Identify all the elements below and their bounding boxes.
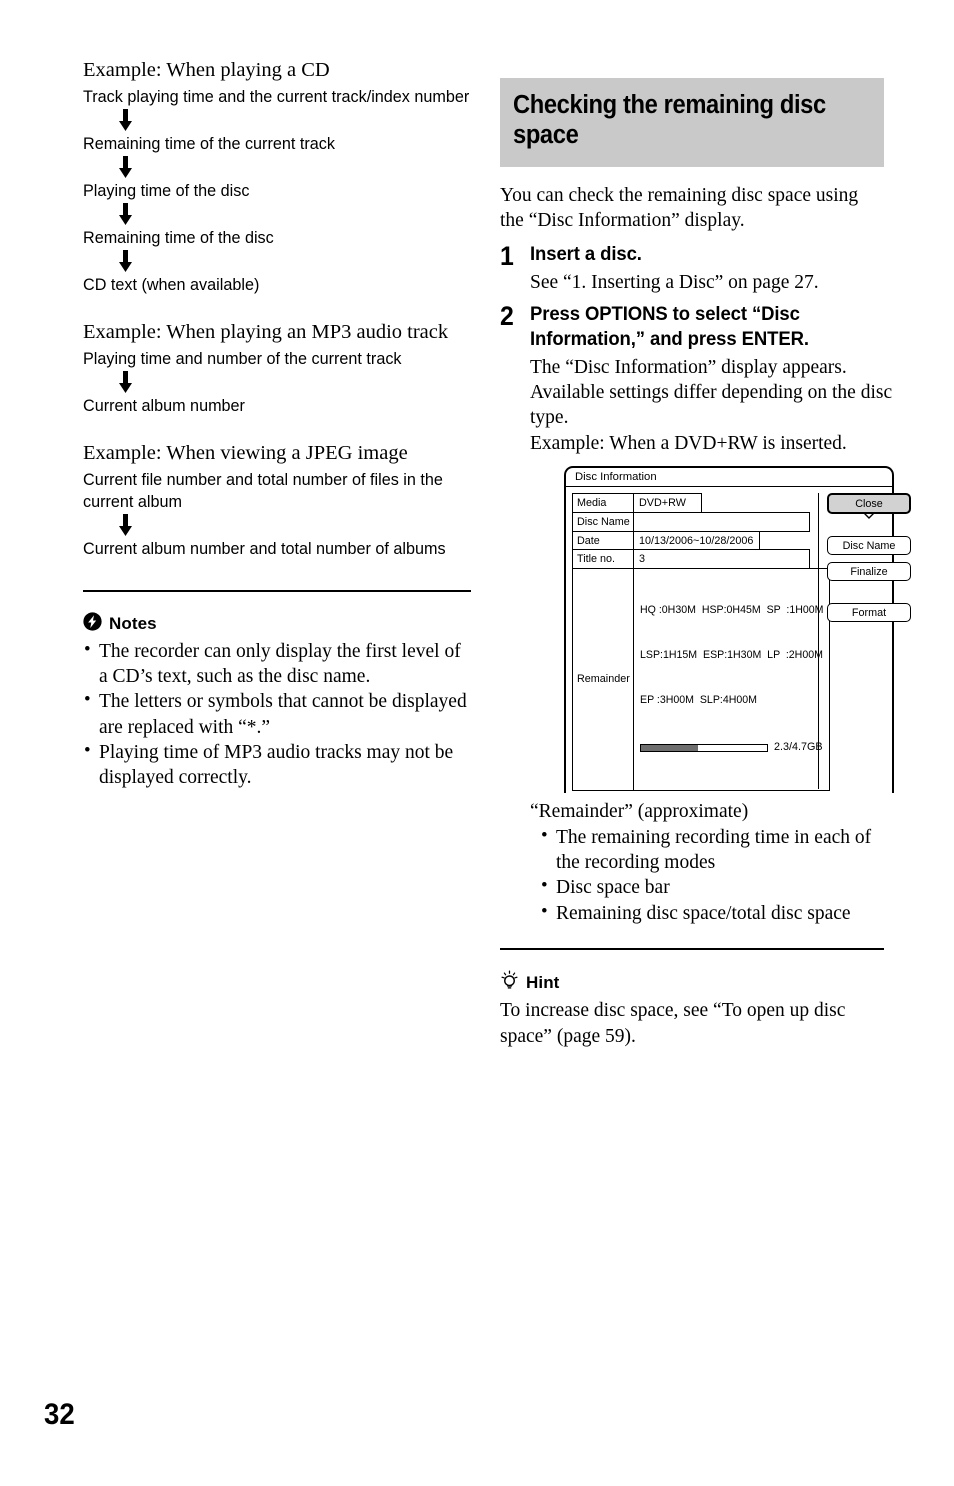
disc-space-bar-fill [641,744,698,751]
flow-arrow-icon [83,109,471,132]
list-item: The remaining recording time in each of … [540,824,894,876]
hint-header: Hint [500,970,884,995]
jpeg-example-heading: Example: When viewing a JPEG image [83,442,408,465]
flow-arrow-icon [83,156,471,179]
list-item: Remaining disc space/total disc space [540,900,894,926]
remainder-caption-list: The remaining recording time in each of … [540,824,894,926]
cd-example-step-4: Remaining time of the disc [83,229,274,248]
cd-example-heading: Example: When playing a CD [83,59,330,81]
step-2-number: 2 [500,301,514,332]
dialog-title: Disc Information [566,468,892,488]
disc-name-button-label: Disc Name [842,539,896,552]
finalize-button-label: Finalize [850,565,888,578]
step-1-number: 1 [500,241,514,272]
manual-page: Example: When playing a CD Track playing… [0,0,954,1486]
list-item: The letters or symbols that cannot be di… [83,688,471,740]
flow-arrow-icon [83,371,471,394]
row-value-media: DVD+RW [634,493,702,514]
left-column: Example: When playing a CD Track playing… [83,58,471,791]
format-button[interactable]: Format [827,603,911,623]
hint-title: Hint [526,972,560,992]
selection-pointer-icon [862,512,876,520]
mp3-example-heading: Example: When playing an MP3 audio track [83,321,449,344]
flow-arrow-icon [83,250,471,273]
step-1-title: Insert a disc. [530,244,642,266]
notes-header: Notes [83,612,471,636]
notes-list: The recorder can only display the first … [83,638,471,791]
cd-example-step-1: Track playing time and the current track… [83,88,470,106]
mp3-example-step-2: Current album number [83,397,245,416]
step-2-title: Press OPTIONS to select “Disc Informatio… [530,304,809,351]
hint-text: To increase disc space, see “To open up … [500,1000,846,1048]
section-intro: You can check the remaining disc space u… [500,184,859,231]
remainder-caption-title: “Remainder” (approximate) [530,801,749,823]
row-value-title-no: 3 [634,549,810,570]
row-label-media: Media [572,493,634,514]
hint-lightbulb-icon [500,970,519,995]
cd-example-step-5: CD text (when available) [83,276,260,295]
list-item: Disc space bar [540,874,894,900]
section-heading-band: Checking the remaining disc space [500,78,884,167]
step-2-text: The “Disc Information” display appears. … [530,356,893,454]
row-value-disc-name [634,511,810,532]
flow-arrow-icon [83,513,471,537]
row-label-title-no: Title no. [572,549,634,570]
step-1: 1 Insert a disc. See “1. Inserting a Dis… [500,243,884,295]
disc-space-total: 2.3/4.7GB [774,741,823,754]
right-column: Checking the remaining disc space You ca… [500,78,911,1051]
cd-example-step-3: Playing time of the disc [83,182,250,201]
table-row: Disc Name [572,511,810,532]
page-title: Checking the remaining disc space [513,91,826,149]
jpeg-example-step-2: Current album number and total number of… [83,539,446,558]
close-button-label: Close [855,497,883,510]
table-row: Date 10/13/2006~10/28/2006 [572,530,810,551]
row-value-date: 10/13/2006~10/28/2006 [634,530,761,551]
disc-info-table: Media DVD+RW Disc Name Date 10/13/2006~1… [572,493,830,791]
table-row: Media DVD+RW [572,493,810,514]
notes-lightning-icon [83,612,102,636]
disc-space-bar [640,743,768,752]
list-item: Playing time of MP3 audio tracks may not… [83,739,471,791]
close-button[interactable]: Close [827,493,911,520]
disc-space-row: 2.3/4.7GB [640,740,824,755]
flow-arrow-icon [83,203,471,226]
step-2: 2 Press OPTIONS to select “Disc Informat… [500,301,911,926]
row-label-date: Date [572,530,634,551]
notes-title: Notes [109,613,157,633]
table-row-remainder: Remainder HQ :0H30M HSP:0H45M SP :1H00M … [572,567,830,791]
table-row: Title no. 3 [572,549,810,570]
disc-information-dialog: Disc Information Media DVD+RW Disc Name [564,466,911,794]
row-label-remainder: Remainder [572,567,634,791]
row-label-disc-name: Disc Name [572,511,634,532]
jpeg-example-step-1: Current file number and total number of … [83,471,443,511]
list-item: The recorder can only display the first … [83,638,471,690]
finalize-button[interactable]: Finalize [827,562,911,582]
cd-example-step-2: Remaining time of the current track [83,135,335,154]
disc-name-button[interactable]: Disc Name [827,536,911,556]
row-value-remainder: HQ :0H30M HSP:0H45M SP :1H00M LSP:1H15M … [634,567,830,791]
dialog-button-panel: Close Disc Name Finalize Format [818,493,911,790]
page-number: 32 [44,1398,75,1431]
remainder-line-1: HQ :0H30M HSP:0H45M SP :1H00M [640,604,824,616]
mp3-example-step-1: Playing time and number of the current t… [83,350,402,369]
remainder-line-2: LSP:1H15M ESP:1H30M LP :2H00M [640,649,823,662]
step-1-text: See “1. Inserting a Disc” on page 27. [530,272,819,294]
format-button-label: Format [851,606,887,619]
remainder-line-3: EP :3H00M SLP:4H00M [640,694,757,707]
